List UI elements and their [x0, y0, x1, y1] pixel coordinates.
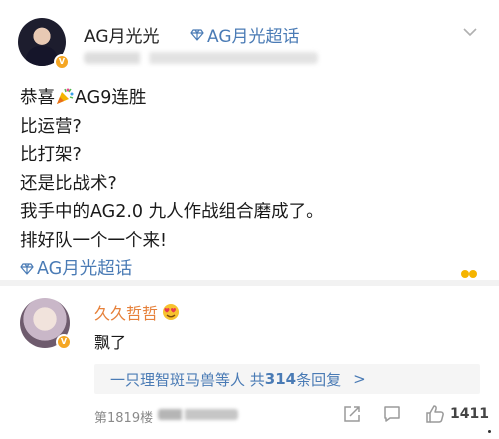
diamond-icon [20, 263, 34, 275]
emoji-fragment-icon [461, 270, 477, 278]
commenter-name-row[interactable]: 久久哲哲 [94, 300, 180, 324]
post-line-1-start: 恭喜 [20, 88, 55, 108]
comment-text: 飘了 [94, 333, 127, 352]
thumbs-up-icon[interactable] [424, 403, 446, 425]
verified-badge: V [54, 54, 70, 70]
post-line-5: 我手中的AG2.0 九人作战组合磨成了。 [20, 202, 324, 222]
replies-prefix: 一只理智斑马兽等人 共 [110, 370, 265, 389]
post-line-1: 恭喜 AG9连胜 [20, 84, 480, 113]
post-header: V AG月光光 AG月光超话 [18, 14, 488, 70]
commenter-name: 久久哲哲 [94, 304, 159, 323]
comment-time-blurred [158, 409, 238, 420]
comment-icon[interactable] [382, 404, 402, 424]
heart-eyes-icon [163, 304, 180, 320]
like-count: 1411 [450, 406, 489, 422]
replies-count: 314 [264, 370, 297, 388]
floor-label: 第1819楼 [94, 411, 154, 426]
supertopic-link[interactable]: AG月光超话 [190, 22, 300, 47]
edge-dot [488, 430, 491, 433]
replies-arrow: > [353, 370, 366, 388]
diamond-icon [190, 28, 204, 41]
supertopic-label: AG月光超话 [207, 27, 300, 47]
replies-suffix: 条回复 [296, 370, 342, 389]
author-name[interactable]: AG月光光 [84, 22, 160, 47]
section-divider [0, 280, 499, 286]
comment-item: V 久久哲哲 飘了 [20, 296, 480, 360]
commenter-verified-badge: V [56, 334, 72, 350]
comment-footer: 第1819楼 1411 [94, 402, 489, 428]
post-meta-blurred [84, 52, 318, 64]
post-line-3: 比打架? [20, 145, 82, 165]
post-line-2: 比运营? [20, 116, 82, 137]
post-line-1-end: AG9连胜 [75, 88, 147, 108]
share-icon[interactable] [342, 404, 362, 424]
replies-summary[interactable]: 一只理智斑马兽等人 共 314 条回复 > [94, 364, 480, 394]
post-line-4: 还是比战术? [20, 173, 117, 194]
party-popper-icon [57, 88, 74, 104]
post-body: 恭喜 AG9连胜 比运营? 比打架? 还是比战术? 我手中的AG2.0 九人作战… [20, 84, 480, 284]
post-line-6: 排好队一个一个来! [20, 230, 168, 251]
chevron-down-icon[interactable] [462, 24, 478, 40]
